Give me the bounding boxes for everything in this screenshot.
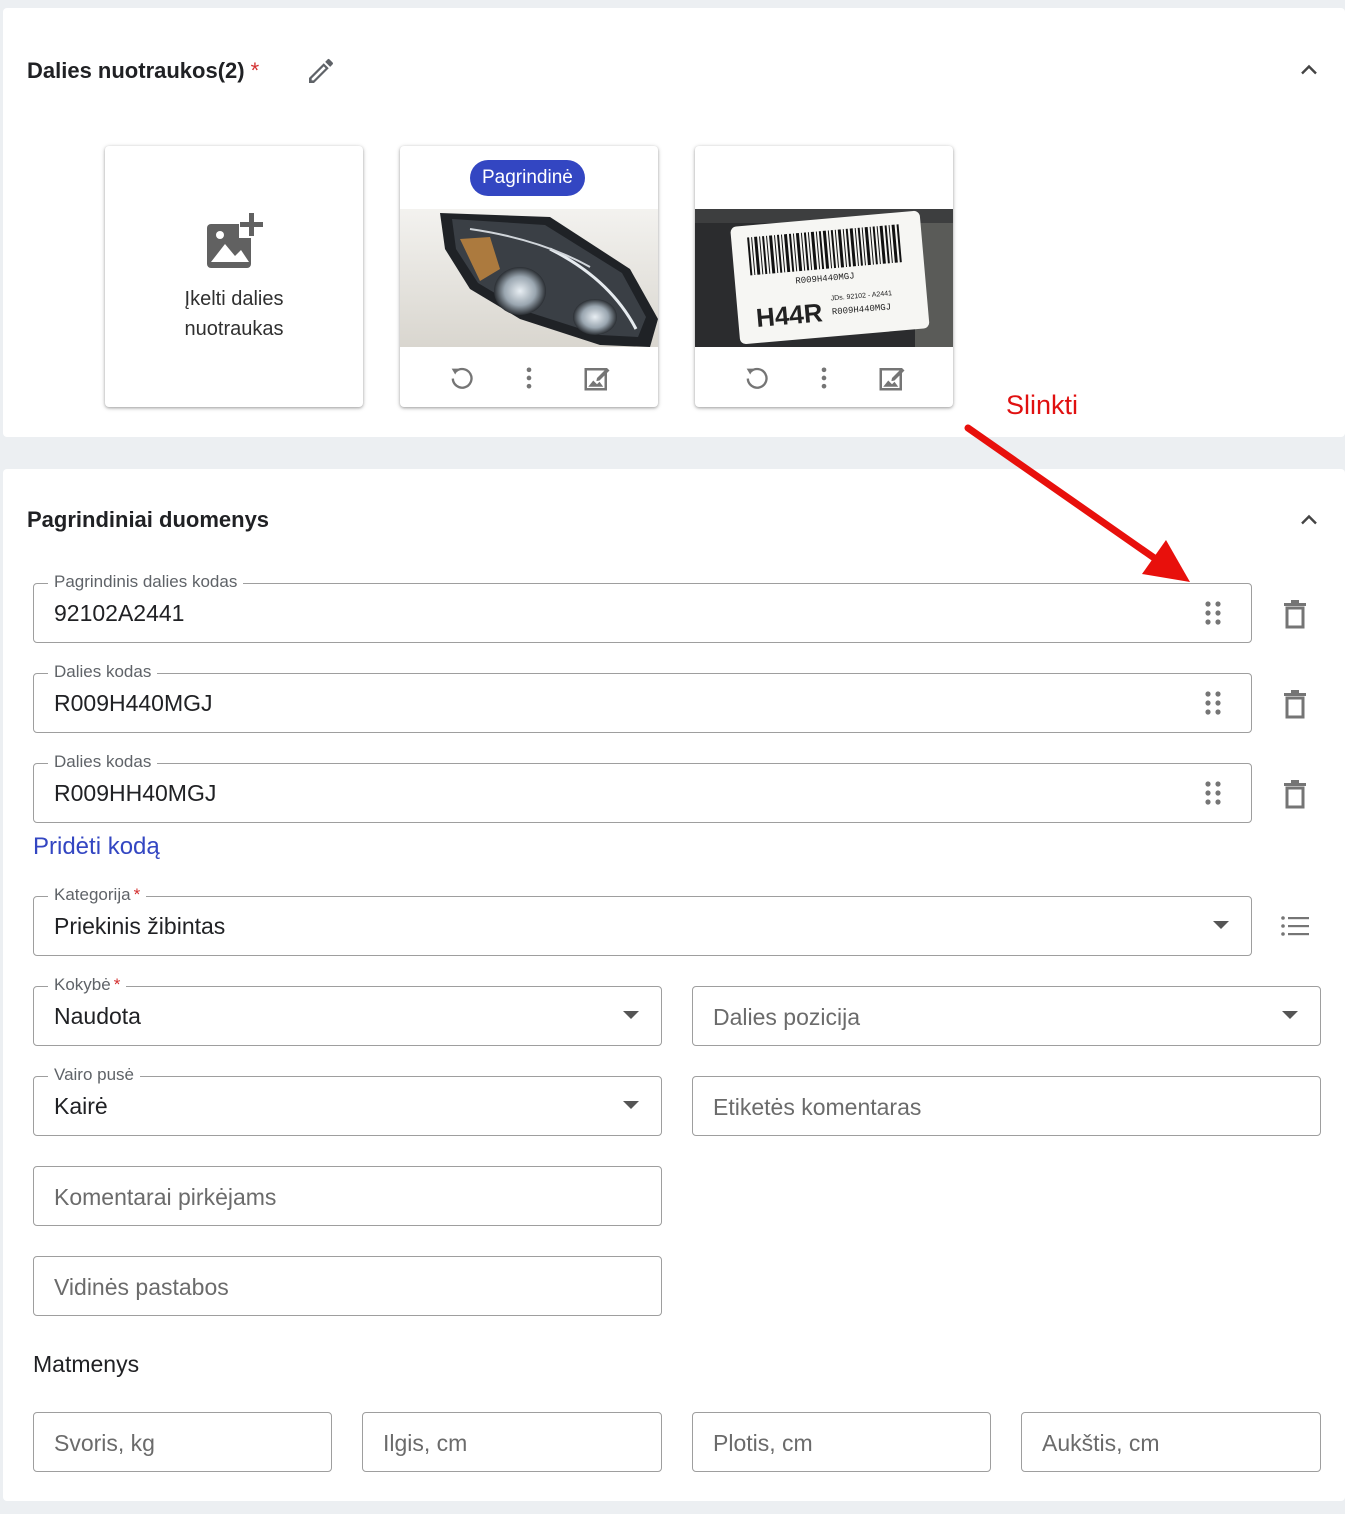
width-placeholder: Plotis, cm [713, 1430, 813, 1456]
photo-actions [400, 358, 658, 398]
part-position-select[interactable]: Dalies pozicija [692, 986, 1321, 1046]
width-input[interactable]: Plotis, cm [692, 1412, 991, 1472]
field-value[interactable]: 92102A2441 [54, 584, 184, 642]
main-part-code-field[interactable]: Pagrindinis dalies kodas 92102A2441 [33, 572, 1252, 643]
chevron-up-icon[interactable] [1297, 58, 1321, 82]
photo-card-label[interactable]: R009H440MGJ H44R JDs. 92102 - A2441 R009… [695, 146, 953, 407]
dropdown-arrow-icon[interactable] [623, 1101, 639, 1109]
delete-icon[interactable] [1280, 688, 1310, 720]
rotate-icon[interactable] [445, 362, 477, 394]
photos-section-title: Dalies nuotraukos(2) * [27, 58, 259, 84]
main-section-title: Pagrindiniai duomenys [27, 507, 270, 532]
headlight-photo [400, 209, 658, 347]
label-comment-placeholder: Etiketės komentaras [713, 1094, 922, 1120]
dropdown-arrow-icon[interactable] [1282, 1011, 1298, 1019]
chevron-up-icon[interactable] [1297, 508, 1321, 532]
part-code-field[interactable]: Dalies kodas R009H440MGJ [33, 662, 1252, 733]
dimensions-title: Matmenys [33, 1351, 140, 1377]
drag-handle-icon[interactable] [1201, 779, 1225, 807]
height-placeholder: Aukštis, cm [1042, 1430, 1160, 1456]
drag-handle-icon[interactable] [1201, 599, 1225, 627]
label-big-code: H44R [755, 297, 824, 333]
photos-panel: Dalies nuotraukos(2) * Įkelti dalies nuot… [3, 8, 1345, 437]
category-value: Priekinis žibintas [54, 913, 226, 939]
main-photo-badge: Pagrindinė [470, 160, 585, 196]
photos-title-text: Dalies nuotraukos(2) [27, 58, 245, 83]
upload-photos-card[interactable]: Įkelti dalies nuotraukas [105, 146, 363, 407]
photo-actions [695, 358, 953, 398]
edit-icon[interactable] [305, 55, 337, 87]
add-code-link[interactable]: Pridėti kodą [33, 833, 160, 861]
drag-handle-icon[interactable] [1201, 689, 1225, 717]
weight-placeholder: Svoris, kg [54, 1430, 155, 1456]
steering-side-value: Kairė [54, 1093, 108, 1119]
edit-photo-icon[interactable] [581, 362, 613, 394]
photo-card-main[interactable]: Pagrindinė [400, 146, 658, 407]
rotate-icon[interactable] [740, 362, 772, 394]
edit-photo-icon[interactable] [876, 362, 908, 394]
quality-value: Naudota [54, 1003, 141, 1029]
more-vert-icon[interactable] [513, 362, 545, 394]
dropdown-arrow-icon[interactable] [1213, 921, 1229, 929]
length-input[interactable]: Ilgis, cm [362, 1412, 662, 1472]
steering-side-select[interactable]: Vairo pusė Kairė [33, 1065, 662, 1136]
dropdown-arrow-icon[interactable] [623, 1011, 639, 1019]
category-select[interactable]: Kategorija * Priekinis žibintas [33, 885, 1252, 956]
buyer-comments-input[interactable]: Komentarai pirkėjams [33, 1166, 662, 1226]
delete-icon[interactable] [1280, 598, 1310, 630]
internal-notes-placeholder: Vidinės pastabos [54, 1274, 229, 1300]
label-photo: R009H440MGJ H44R JDs. 92102 - A2441 R009… [695, 209, 953, 347]
list-icon[interactable] [1280, 910, 1310, 942]
part-position-placeholder: Dalies pozicija [713, 1004, 861, 1030]
required-star: * [250, 58, 260, 83]
more-vert-icon[interactable] [808, 362, 840, 394]
buyer-comments-placeholder: Komentarai pirkėjams [54, 1184, 277, 1210]
field-value[interactable]: R009H440MGJ [54, 674, 213, 732]
label-comment-input[interactable]: Etiketės komentaras [692, 1076, 1321, 1136]
upload-photos-label: Įkelti dalies nuotraukas [184, 287, 284, 340]
delete-icon[interactable] [1280, 778, 1310, 810]
height-input[interactable]: Aukštis, cm [1021, 1412, 1321, 1472]
add-photo-icon [203, 210, 265, 272]
weight-input[interactable]: Svoris, kg [33, 1412, 332, 1472]
quality-select[interactable]: Kokybė * Naudota [33, 975, 662, 1046]
field-value[interactable]: R009HH40MGJ [54, 764, 216, 822]
annotation-label: Slinkti [1006, 390, 1079, 420]
part-code-field[interactable]: Dalies kodas R009HH40MGJ [33, 752, 1252, 823]
internal-notes-input[interactable]: Vidinės pastabos [33, 1256, 662, 1316]
length-placeholder: Ilgis, cm [383, 1430, 468, 1456]
